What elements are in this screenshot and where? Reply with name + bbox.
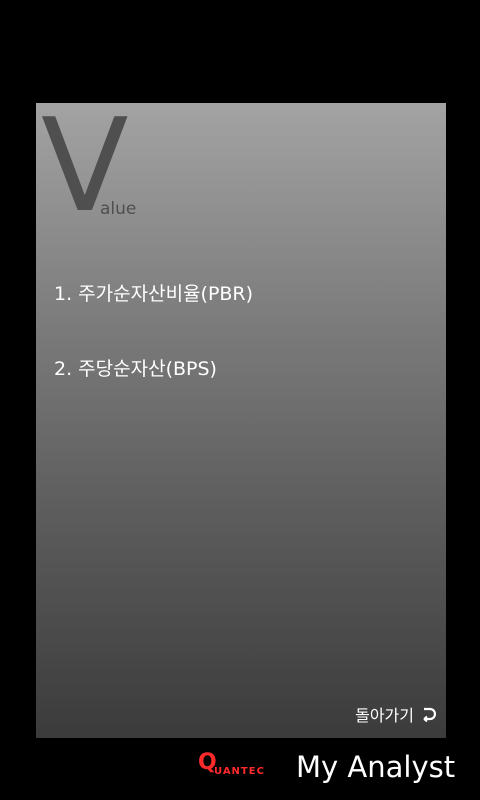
value-panel: V alue 1. 주가순자산비율(PBR) 2. 주당순자산(BPS) 돌아가… [36,103,446,738]
brand-footer: Q UANTEC My Analyst [198,750,468,792]
company-logo-text: UANTEC [214,766,265,777]
back-button-label: 돌아가기 [355,706,414,725]
back-button[interactable]: 돌아가기 [355,702,436,726]
section-logo-rest: alue [100,199,137,219]
menu-item-pbr[interactable]: 1. 주가순자산비율(PBR) [54,279,253,306]
menu-item-bps[interactable]: 2. 주당순자산(BPS) [54,354,217,381]
app-title: My Analyst [296,750,456,784]
return-arrow-icon [423,707,436,722]
